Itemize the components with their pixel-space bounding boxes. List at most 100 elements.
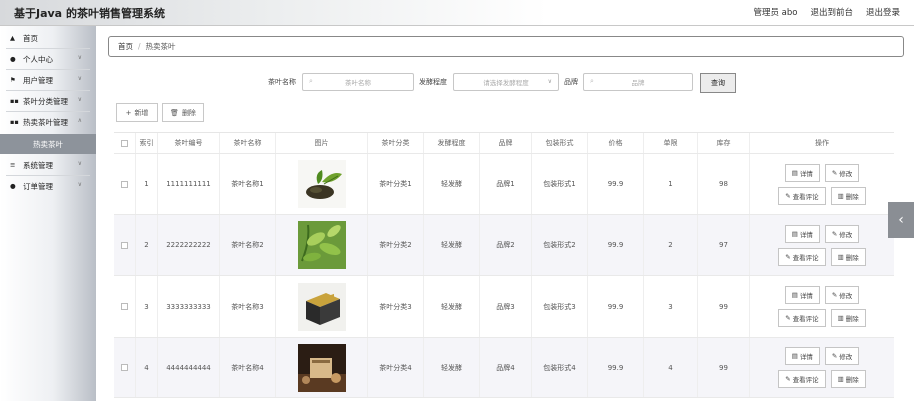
edit-button[interactable]: ✎ 修改 xyxy=(824,347,860,365)
add-button-label: 新增 xyxy=(134,108,149,117)
current-user: 管理员 abo xyxy=(753,8,798,18)
view-reviews-label: 查看评论 xyxy=(792,253,819,262)
limit-cell: 3 xyxy=(644,276,698,337)
column-header[interactable]: 发酵程度 xyxy=(424,133,480,153)
tea-name-input[interactable]: ⌕ 茶叶名称 xyxy=(302,73,414,91)
edit-button[interactable]: ✎ 修改 xyxy=(824,163,860,182)
exit-to-front-link[interactable]: 退出到前台 xyxy=(810,6,853,18)
edit-icon: ✎ xyxy=(785,191,791,200)
stock-cell: 97 xyxy=(698,215,750,275)
row-checkbox[interactable] xyxy=(121,303,128,310)
table-row: 1 1111111111 茶叶名称1 茶叶分类1 轻发酵 品牌1 包装形式1 9… xyxy=(114,154,894,215)
detail-icon: ▤ xyxy=(791,352,798,360)
category-cell: 茶叶分类1 xyxy=(368,154,424,214)
collapse-panel-button[interactable]: ‹ xyxy=(888,202,914,238)
sidebar-item-tea-category-management[interactable]: ▪▪ 茶叶分类管理 ∨ xyxy=(0,91,96,111)
home-icon: ▲ xyxy=(10,34,15,42)
name-cell: 茶叶名称2 xyxy=(220,215,276,275)
edit-icon: ✎ xyxy=(831,352,838,360)
detail-button[interactable]: ▤ 详情 xyxy=(784,224,820,243)
tea-leaves-image[interactable] xyxy=(297,160,346,208)
index-cell: 3 xyxy=(136,276,158,337)
tea-set-image[interactable] xyxy=(297,343,346,392)
code-cell: 3333333333 xyxy=(158,276,220,337)
row-checkbox[interactable] xyxy=(121,364,128,371)
batch-delete-button[interactable]: 🗑 删除 xyxy=(162,103,204,122)
pack-cell: 包装形式4 xyxy=(532,338,588,397)
column-header[interactable]: 茶叶编号 xyxy=(158,133,220,153)
brand-input[interactable]: ⌕ 品牌 xyxy=(583,73,693,91)
sidebar-item-order-management[interactable]: ● 订单管理 ∨ xyxy=(0,176,96,196)
sidebar-item-personal-center[interactable]: ● 个人中心 ∨ xyxy=(0,49,96,69)
column-header[interactable]: 品牌 xyxy=(480,133,532,153)
delete-label: 删除 xyxy=(845,192,859,201)
table-row: 2 2222222222 茶叶名称2 茶叶分类2 轻发酵 品牌2 包装形式2 9… xyxy=(114,215,894,276)
chevron-down-icon: ∨ xyxy=(77,160,82,167)
chevron-down-icon: ∨ xyxy=(77,96,82,103)
brand-label: 品牌 xyxy=(564,78,578,86)
trash-icon: ▥ xyxy=(837,191,844,200)
column-header[interactable]: 价格 xyxy=(588,133,644,153)
pack-cell: 包装形式2 xyxy=(532,215,588,275)
logout-link[interactable]: 退出登录 xyxy=(866,6,900,18)
table-row: 4 4444444444 茶叶名称4 茶叶分类4 轻发酵 品牌4 包装形式4 9… xyxy=(114,338,894,398)
view-reviews-button[interactable]: ✎ 查看评论 xyxy=(778,370,826,388)
ferment-label: 发酵程度 xyxy=(419,78,447,86)
sidebar-item-label: 热卖茶叶 xyxy=(33,139,63,149)
edit-label: 修改 xyxy=(839,169,853,178)
select-all-checkbox[interactable] xyxy=(121,139,128,147)
edit-icon: ✎ xyxy=(785,252,791,261)
edit-button[interactable]: ✎ 修改 xyxy=(824,286,860,304)
detail-icon: ▤ xyxy=(791,291,798,299)
sidebar-item-home[interactable]: ▲ 首页 xyxy=(0,28,96,48)
tea-plant-image[interactable] xyxy=(297,221,346,269)
detail-icon: ▤ xyxy=(791,168,798,177)
column-header[interactable]: 单限 xyxy=(644,133,698,153)
view-reviews-button[interactable]: ✎ 查看评论 xyxy=(778,309,826,327)
sidebar-item-hot-tea-management[interactable]: ▪▪ 热卖茶叶管理 ∧ xyxy=(0,112,96,132)
edit-label: 修改 xyxy=(839,292,853,300)
row-checkbox[interactable] xyxy=(121,241,128,249)
sidebar-item-label: 个人中心 xyxy=(23,54,53,64)
detail-button[interactable]: ▤ 详情 xyxy=(784,347,820,365)
delete-button[interactable]: ▥ 删除 xyxy=(830,309,866,327)
delete-button[interactable]: ▥ 删除 xyxy=(830,247,866,266)
detail-button[interactable]: ▤ 详情 xyxy=(784,163,820,182)
column-header[interactable]: 茶叶分类 xyxy=(368,133,424,153)
edit-button[interactable]: ✎ 修改 xyxy=(824,224,860,243)
user-icon: ● xyxy=(10,55,16,63)
breadcrumb-home[interactable]: 首页 xyxy=(118,41,133,52)
tea-box-image[interactable] xyxy=(297,282,346,331)
sidebar-subitem-hot-tea[interactable]: 热卖茶叶 xyxy=(0,134,96,154)
trash-icon: ▥ xyxy=(837,252,844,261)
chevron-left-icon: ‹ xyxy=(898,212,904,228)
ferment-select[interactable]: 请选择发酵程度 ∨ xyxy=(453,73,559,91)
sidebar-item-user-management[interactable]: ⚑ 用户管理 ∨ xyxy=(0,70,96,90)
brand-placeholder: 品牌 xyxy=(631,79,645,87)
column-header[interactable]: 库存 xyxy=(698,133,750,153)
row-checkbox[interactable] xyxy=(121,180,128,188)
brand-cell: 品牌4 xyxy=(480,338,532,397)
column-header[interactable]: 索引 xyxy=(136,133,158,153)
detail-button[interactable]: ▤ 详情 xyxy=(784,286,820,304)
edit-icon: ✎ xyxy=(831,168,838,177)
top-bar: 基于Java 的茶叶销售管理系统 管理员 abo 退出到前台 退出登录 xyxy=(0,0,914,26)
sidebar-item-system-management[interactable]: ≡ 系统管理 ∨ xyxy=(0,155,96,175)
category-cell: 茶叶分类3 xyxy=(368,276,424,337)
trash-icon: ▥ xyxy=(837,375,844,383)
stock-cell: 99 xyxy=(698,276,750,337)
add-button[interactable]: + 新增 xyxy=(116,103,158,122)
image-cell xyxy=(276,215,368,275)
view-reviews-button[interactable]: ✎ 查看评论 xyxy=(778,186,826,205)
column-header[interactable]: 茶叶名称 xyxy=(220,133,276,153)
sidebar-item-label: 首页 xyxy=(23,33,38,43)
query-button[interactable]: 查询 xyxy=(700,73,736,93)
delete-button[interactable]: ▥ 删除 xyxy=(830,186,866,205)
detail-label: 详情 xyxy=(799,169,813,178)
column-header[interactable]: 包装形式 xyxy=(532,133,588,153)
view-reviews-button[interactable]: ✎ 查看评论 xyxy=(778,247,826,266)
breadcrumb: 首页 / 热卖茶叶 xyxy=(108,36,904,57)
limit-cell: 2 xyxy=(644,215,698,275)
delete-button[interactable]: ▥ 删除 xyxy=(830,370,866,388)
tea-name-label: 茶叶名称 xyxy=(268,78,296,86)
